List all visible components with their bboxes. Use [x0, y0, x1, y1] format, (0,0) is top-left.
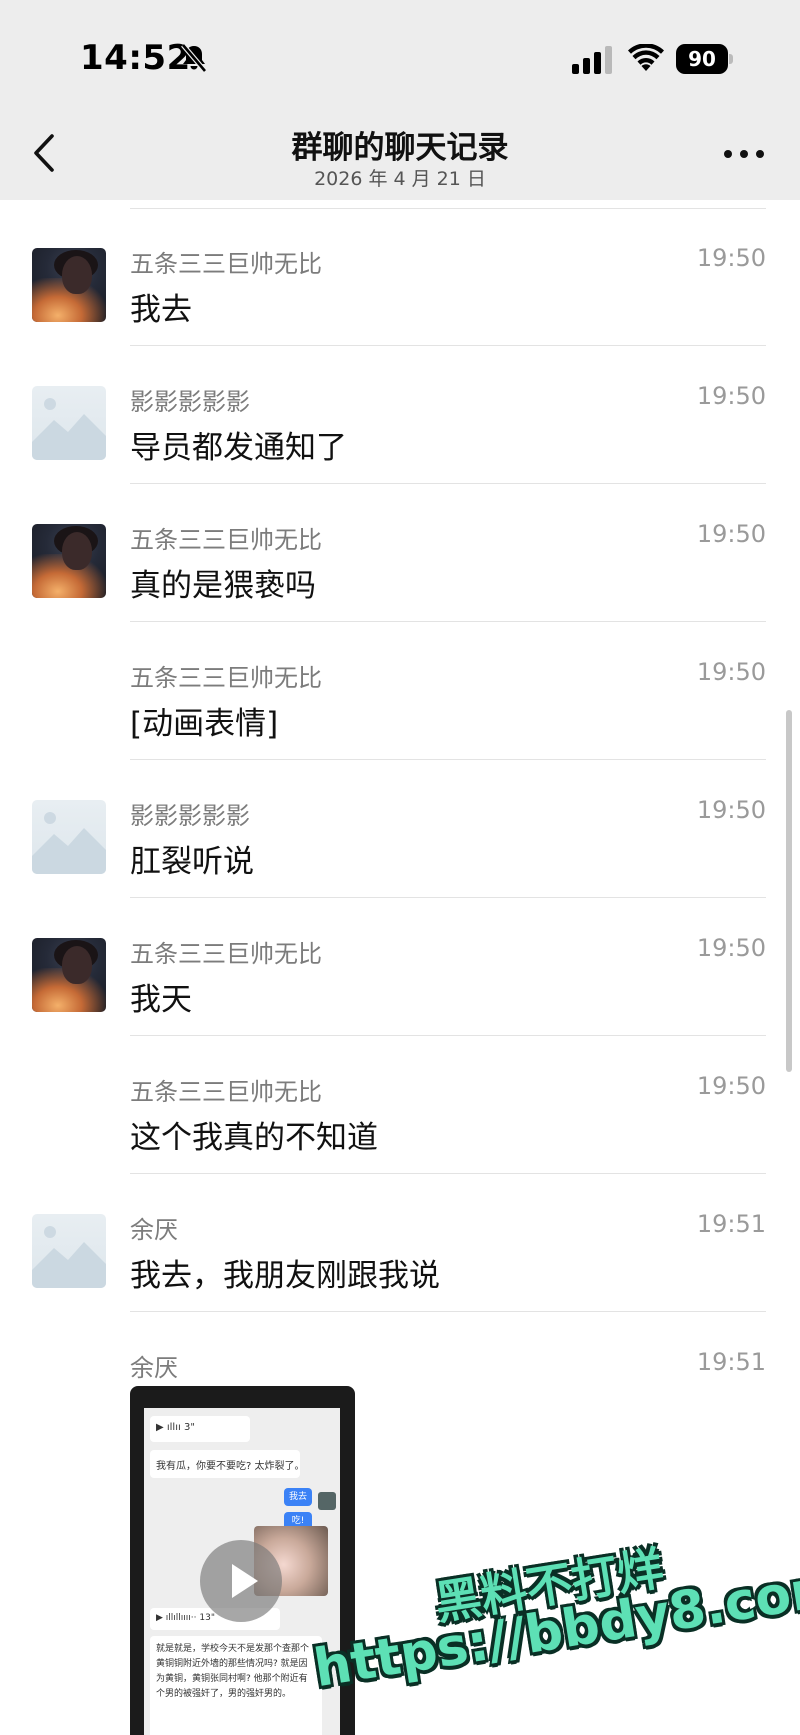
- bell-off-icon: [181, 43, 207, 73]
- message-time: 19:50: [696, 1072, 766, 1100]
- avatar[interactable]: [32, 938, 106, 1012]
- chat-history-list: 五条三三巨帅无比 19:50 我去 影影影影影 19:50 导员都发通知了 五条三三巨帅无比…: [0, 200, 800, 1735]
- wifi-icon: [628, 44, 664, 71]
- message-row[interactable]: 五条三三巨帅无比 19:50 我天: [0, 898, 800, 1036]
- battery-icon: 90: [676, 44, 734, 74]
- message-sender: 五条三三巨帅无比: [130, 1078, 322, 1106]
- message-text: 我去: [130, 292, 192, 328]
- message-sender: 影影影影影: [130, 802, 250, 830]
- page-title: 群聊的聊天记录: [291, 130, 509, 166]
- message-text: 这个我真的不知道: [130, 1120, 378, 1156]
- message-text: 导员都发通知了: [130, 430, 347, 466]
- avatar[interactable]: [32, 248, 106, 322]
- page-subtitle-date: 2026 年 4 月 21 日: [314, 168, 486, 190]
- message-time: 19:50: [696, 382, 766, 410]
- avatar[interactable]: [32, 800, 106, 874]
- message-text: 真的是猥亵吗: [130, 568, 316, 604]
- avatar[interactable]: [32, 386, 106, 460]
- message-time: 19:50: [696, 796, 766, 824]
- avatar: [318, 1492, 336, 1510]
- message-sender: 五条三三巨帅无比: [130, 940, 322, 968]
- avatar[interactable]: [32, 524, 106, 598]
- message-sender: 影影影影影: [130, 388, 250, 416]
- message-row[interactable]: 五条三三巨帅无比 19:50 [动画表情]: [0, 622, 800, 760]
- message-row[interactable]: 影影影影影 19:50 导员都发通知了: [0, 346, 800, 484]
- message-time: 19:51: [696, 1348, 766, 1376]
- message-row[interactable]: 五条三三巨帅无比 19:50 真的是猥亵吗: [0, 484, 800, 622]
- divider: [130, 1311, 766, 1312]
- message-text: 我天: [130, 982, 192, 1018]
- message-time: 19:51: [696, 1210, 766, 1238]
- message-text: [动画表情]: [130, 706, 279, 742]
- message-sender: 五条三三巨帅无比: [130, 250, 322, 278]
- message-row[interactable]: 五条三三巨帅无比 19:50 这个我真的不知道: [0, 1036, 800, 1174]
- text-bubble: 我有瓜，你要不要吃? 太炸裂了。: [150, 1450, 305, 1478]
- status-time: 14:52: [80, 38, 191, 78]
- message-row[interactable]: 余厌 19:51 我去，我朋友刚跟我说: [0, 1174, 800, 1312]
- avatar[interactable]: [32, 1214, 106, 1288]
- message-row[interactable]: 五条三三巨帅无比 19:50 我去: [0, 208, 800, 346]
- more-icon[interactable]: [720, 140, 768, 166]
- message-sender: 五条三三巨帅无比: [130, 526, 322, 554]
- signal-icon: [572, 46, 612, 74]
- message-text: 肛裂听说: [130, 844, 254, 880]
- blue-bubble: 我去: [284, 1488, 312, 1506]
- message-text: 我去，我朋友刚跟我说: [130, 1258, 440, 1294]
- message-sender: 五条三三巨帅无比: [130, 664, 322, 692]
- text-bubble: 就是就是，学校今天不是发那个查那个黄铜铜附近外墙的那些情况吗? 就是因为黄铜，黄…: [150, 1636, 322, 1735]
- message-sender: 余厌: [130, 1354, 178, 1382]
- message-time: 19:50: [696, 658, 766, 686]
- play-icon[interactable]: [200, 1540, 282, 1622]
- message-time: 19:50: [696, 244, 766, 272]
- battery-percent: 90: [688, 47, 716, 71]
- top-bar: 14:52 90 群聊的聊天记录 2026 年 4 月 21 日: [0, 0, 800, 200]
- message-sender: 余厌: [130, 1216, 178, 1244]
- message-row[interactable]: 影影影影影 19:50 肛裂听说: [0, 760, 800, 898]
- message-time: 19:50: [696, 934, 766, 962]
- message-time: 19:50: [696, 520, 766, 548]
- voice-bubble: ▶ ıllıı 3": [150, 1416, 250, 1442]
- scrollbar[interactable]: [786, 710, 792, 1072]
